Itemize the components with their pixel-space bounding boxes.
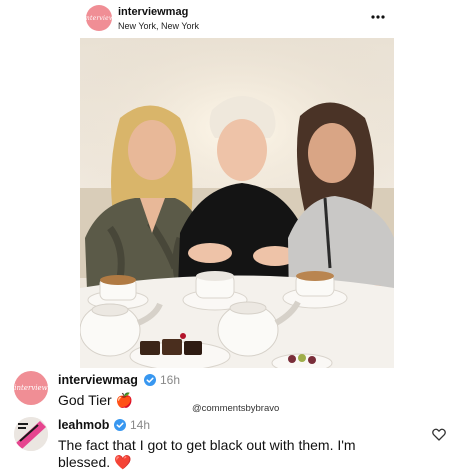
photo-illustration bbox=[80, 38, 394, 368]
post-header: interview interviewmag New York, New Yor… bbox=[0, 0, 474, 38]
avatar-illustration bbox=[14, 417, 48, 451]
watermark-text: @commentsbybravo bbox=[192, 403, 280, 414]
comment-avatar-leahmob[interactable] bbox=[14, 417, 48, 451]
post-location[interactable]: New York, New York bbox=[118, 21, 199, 31]
post-username[interactable]: interviewmag bbox=[118, 6, 188, 18]
comment-text-line-2: blessed. ❤️ bbox=[58, 454, 132, 470]
more-horizontal-icon[interactable] bbox=[370, 9, 386, 25]
comment-timestamp: 14h bbox=[130, 418, 151, 432]
comment-avatar-interviewmag[interactable]: interview bbox=[14, 371, 48, 405]
comment-timestamp: 16h bbox=[160, 373, 181, 387]
comment-username[interactable]: leahmob bbox=[58, 418, 109, 432]
post-photo[interactable] bbox=[80, 38, 394, 368]
verified-badge-icon bbox=[144, 374, 156, 386]
post-avatar[interactable]: interview bbox=[83, 5, 115, 31]
verified-badge-icon bbox=[114, 419, 126, 431]
heart-outline-icon[interactable] bbox=[432, 428, 446, 441]
avatar-logo-text: interview bbox=[14, 384, 48, 392]
comment-text: God Tier 🍎 bbox=[58, 392, 134, 408]
comment-text-line-1: The fact that I got to get black out wit… bbox=[58, 437, 356, 453]
avatar-logo-text: interview bbox=[83, 14, 115, 22]
comment-username[interactable]: interviewmag bbox=[58, 373, 138, 387]
